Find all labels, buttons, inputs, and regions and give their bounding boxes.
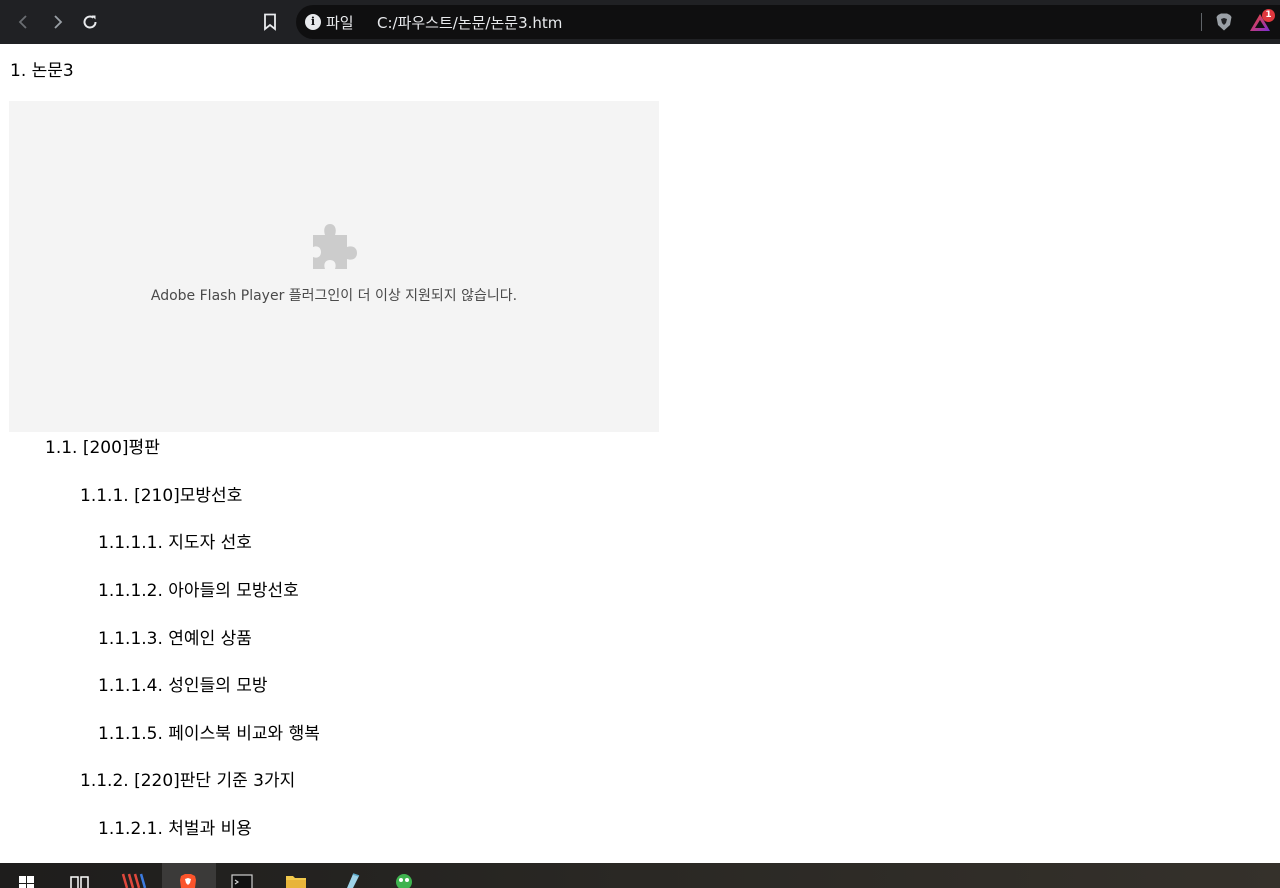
- brave-shields-icon[interactable]: [1214, 12, 1234, 32]
- outline-item: 1.1.2.1. 처벌과 비용: [98, 819, 252, 839]
- terminal-icon: [231, 874, 253, 888]
- info-icon[interactable]: i: [305, 14, 321, 30]
- green-app-icon: [396, 874, 412, 888]
- outline-item: 1.1.1.1. 지도자 선호: [98, 533, 252, 553]
- scheme-label: 파일: [326, 14, 354, 32]
- page-content: 1. 논문3 Adobe Flash Player 플러그인이 더 이상 지원되…: [0, 44, 1280, 863]
- outline-item: 1.1. [200]평판: [45, 438, 160, 458]
- browser-toolbar: i 파일 C:/파우스트/논문/논문3.htm 1: [0, 0, 1280, 44]
- toolbar-divider: [1201, 13, 1202, 31]
- taskbar-app-w[interactable]: [108, 863, 162, 888]
- start-button[interactable]: [0, 863, 54, 888]
- flash-plugin-placeholder: Adobe Flash Player 플러그인이 더 이상 지원되지 않습니다.: [9, 101, 659, 432]
- taskbar-notepad[interactable]: [324, 863, 378, 888]
- brave-rewards-button[interactable]: 1: [1249, 9, 1275, 35]
- windows-taskbar: [0, 863, 1280, 888]
- notepad-icon: [347, 873, 360, 888]
- url-text[interactable]: C:/파우스트/논문/논문3.htm: [377, 12, 562, 33]
- forward-button[interactable]: [43, 8, 71, 36]
- chevron-left-icon: [18, 15, 27, 29]
- back-button[interactable]: [10, 8, 38, 36]
- task-view-icon: [70, 876, 89, 888]
- taskbar-green-app[interactable]: [378, 863, 432, 888]
- app-w-icon: [121, 873, 147, 888]
- bookmark-icon: [264, 13, 276, 31]
- plugin-unsupported-message: Adobe Flash Player 플러그인이 더 이상 지원되지 않습니다.: [150, 288, 518, 304]
- puzzle-piece-icon: [313, 224, 357, 269]
- rewards-badge: 1: [1262, 9, 1275, 22]
- page-heading: 1. 논문3: [10, 61, 74, 81]
- reload-icon: [83, 15, 97, 29]
- brave-browser-icon: [180, 874, 196, 888]
- address-bar[interactable]: i 파일 C:/파우스트/논문/논문3.htm 1: [296, 5, 1280, 39]
- task-view-button[interactable]: [54, 863, 108, 888]
- chevron-right-icon: [54, 15, 63, 29]
- taskbar-terminal[interactable]: [216, 863, 270, 888]
- outline-item: 1.1.2. [220]판단 기준 3가지: [80, 771, 296, 791]
- taskbar-file-explorer[interactable]: [270, 863, 324, 888]
- taskbar-brave[interactable]: [162, 863, 216, 888]
- outline-item: 1.1.1.3. 연예인 상품: [98, 629, 252, 649]
- file-explorer-icon: [286, 876, 306, 888]
- outline-item: 1.1.1.5. 페이스북 비교와 행복: [98, 724, 320, 744]
- outline-item: 1.1.1.2. 아아들의 모방선호: [98, 581, 299, 601]
- bookmark-button[interactable]: [256, 8, 284, 36]
- outline-item: 1.1.1. [210]모방선호: [80, 486, 243, 506]
- outline-item: 1.1.1.4. 성인들의 모방: [98, 676, 268, 696]
- windows-start-icon: [19, 876, 34, 888]
- reload-button[interactable]: [76, 8, 104, 36]
